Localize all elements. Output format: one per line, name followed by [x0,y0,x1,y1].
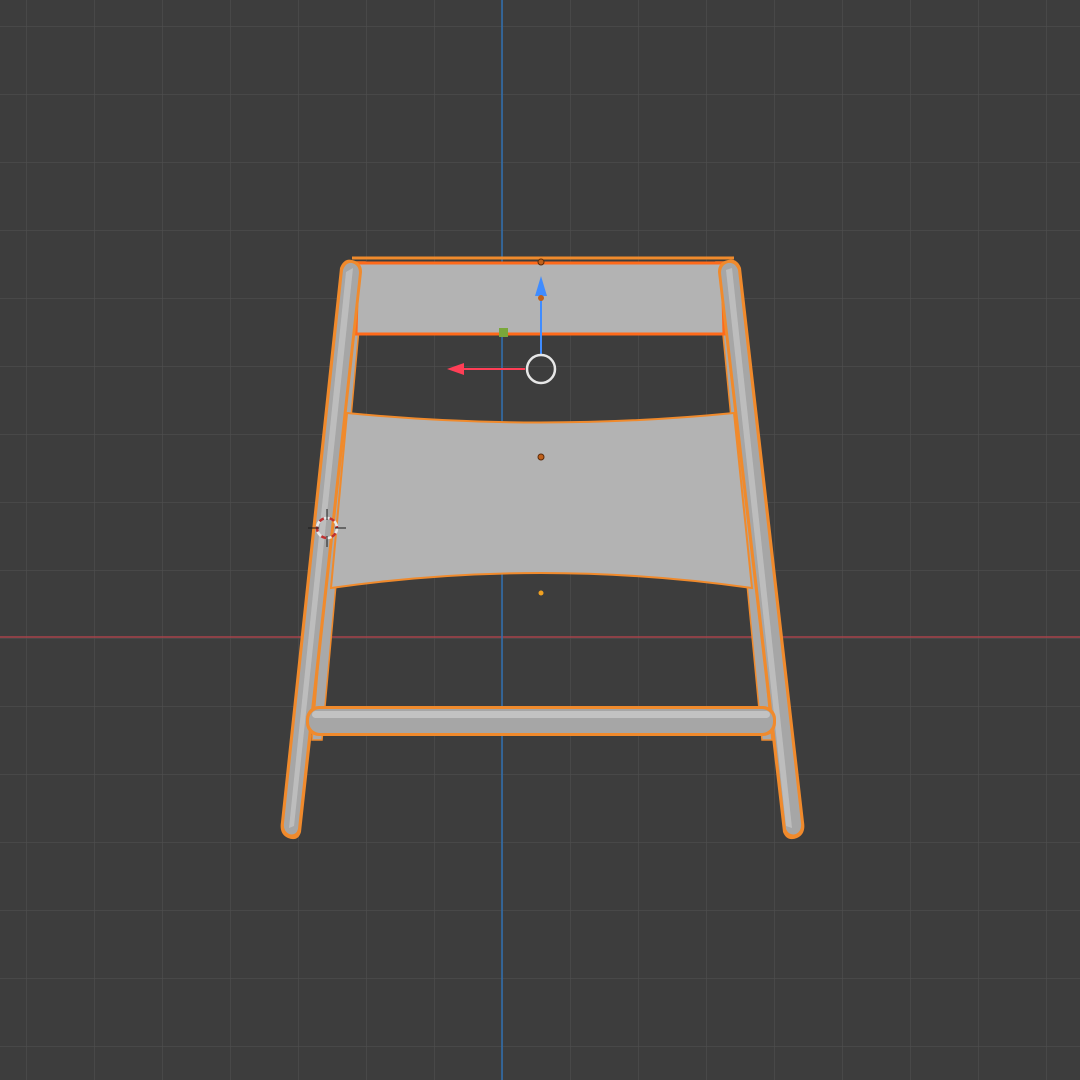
object-origin-icon[interactable] [538,590,544,596]
chair-object[interactable] [280,256,805,840]
stretcher-bar [306,706,776,736]
object-origin-icon[interactable] [537,258,545,266]
bone-marker-icon [499,328,508,337]
3d-viewport[interactable] [0,0,1080,1080]
seat-panel [329,411,754,590]
z-axis-pivot-icon [538,295,544,301]
viewport-scene[interactable] [0,0,1080,1080]
gizmo-center-ring-icon[interactable] [525,353,557,385]
object-origin-icon[interactable] [537,453,545,461]
x-arrow-head-icon[interactable] [447,363,464,375]
